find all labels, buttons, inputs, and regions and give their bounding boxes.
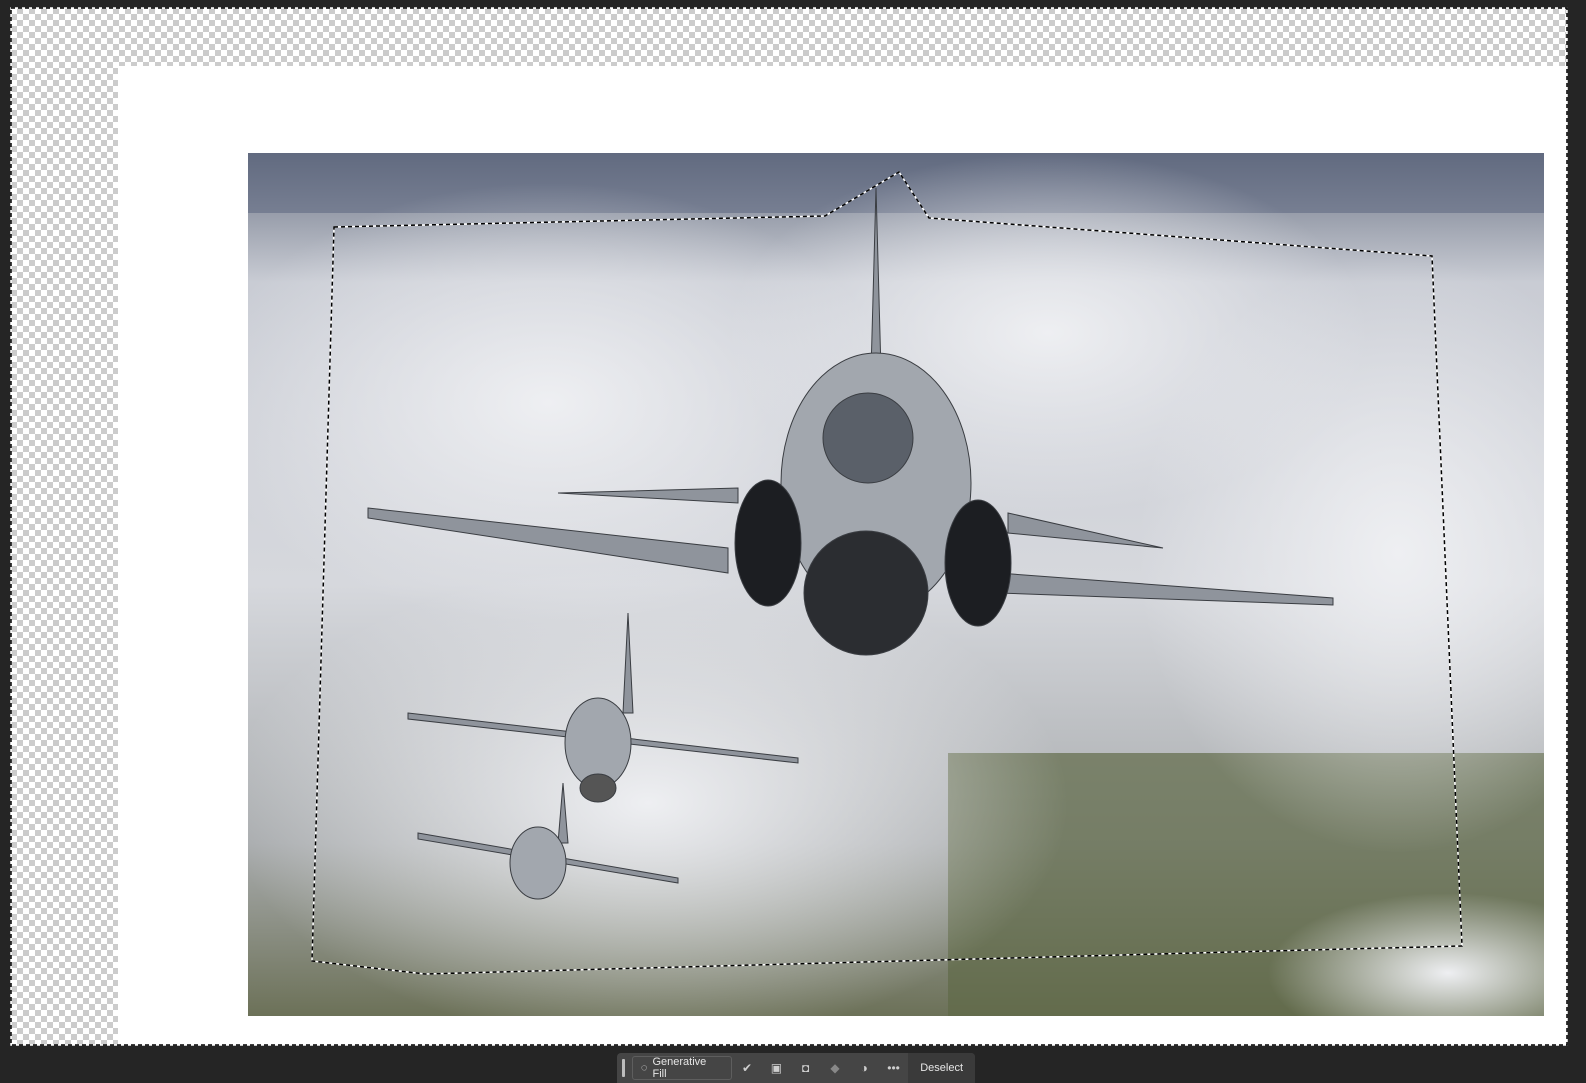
generative-fill-button[interactable]: ◌ Generative Fill	[631, 1056, 733, 1080]
invert-selection-icon[interactable]: ▣	[762, 1057, 791, 1079]
contextual-task-bar: ◌ Generative Fill ✔ ▣ ◘ ◆ ◑ ••• Deselect	[617, 1053, 976, 1083]
generative-fill-label: Generative Fill	[652, 1056, 707, 1080]
modify-selection-icon[interactable]: ✔	[732, 1057, 761, 1079]
deselect-button[interactable]: Deselect	[908, 1053, 976, 1083]
more-options-icon[interactable]: •••	[879, 1057, 908, 1079]
photo-layer-fighter-jets[interactable]	[248, 153, 1544, 1016]
create-mask-icon[interactable]: ◘	[791, 1057, 820, 1079]
drag-handle[interactable]	[622, 1059, 625, 1077]
adjustment-layer-icon[interactable]: ◑	[850, 1057, 879, 1079]
generative-fill-icon: ◌	[640, 1062, 648, 1074]
fill-selection-icon[interactable]: ◆	[820, 1057, 849, 1079]
